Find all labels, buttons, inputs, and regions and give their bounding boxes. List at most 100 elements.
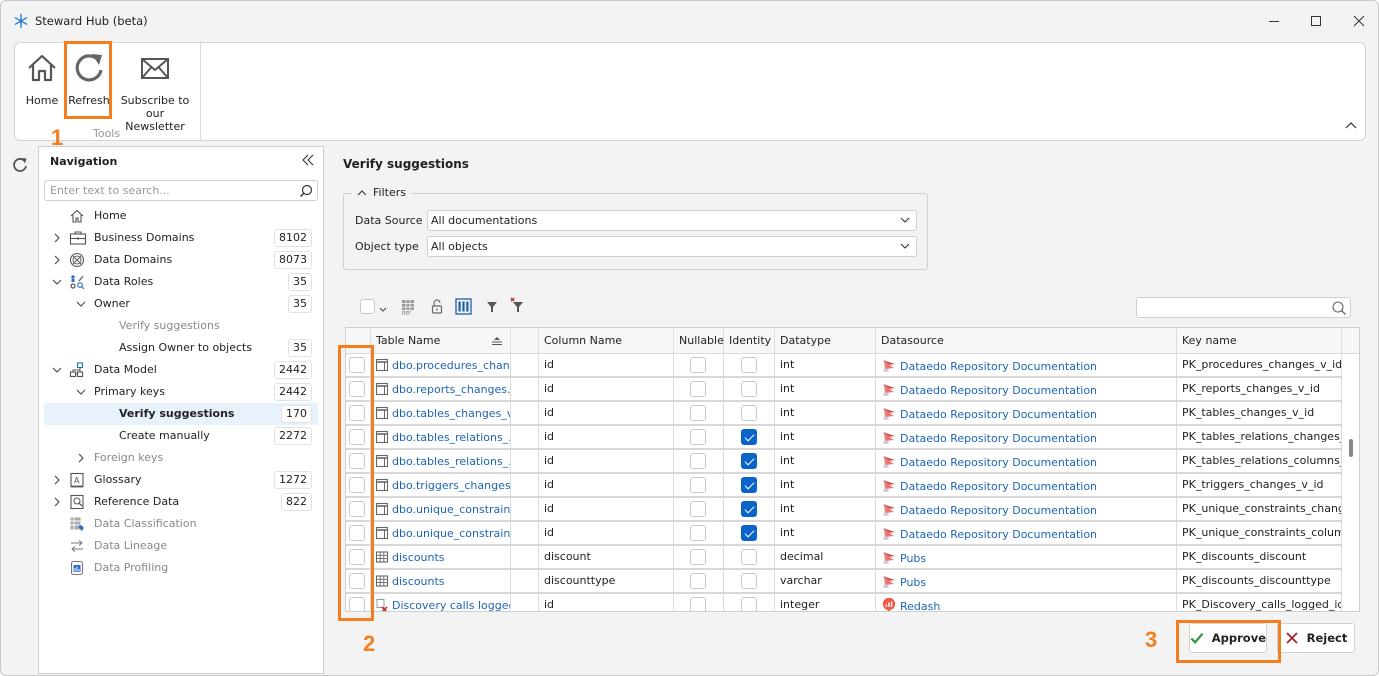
table-name-link[interactable]: discounts	[392, 575, 445, 588]
header-identity[interactable]: Identity	[724, 328, 775, 354]
datasource-link[interactable]: Dataedo Repository Documentation	[900, 432, 1097, 445]
header-datatype[interactable]: Datatype	[775, 328, 876, 354]
clear-filter-button[interactable]	[510, 297, 524, 316]
nav-item-reference-data[interactable]: Reference Data 822	[44, 491, 318, 513]
nav-item-data-roles[interactable]: Data Roles 35	[44, 271, 318, 293]
nav-item-home[interactable]: Home	[44, 205, 318, 227]
chevron-right-icon[interactable]	[52, 475, 62, 485]
table-name-link[interactable]: dbo.tables_relations_...	[392, 431, 510, 444]
nav-item-business-domains[interactable]: Business Domains 8102	[44, 227, 318, 249]
navigation-search-input[interactable]: Enter text to search...	[44, 180, 318, 201]
table-row[interactable]: dbo.unique_constrain... id int Dataedo Repo…	[346, 522, 1342, 546]
chevron-down-icon[interactable]	[76, 387, 86, 397]
datasource-link[interactable]: Dataedo Repository Documentation	[900, 360, 1097, 373]
row-select-checkbox[interactable]	[349, 597, 365, 611]
datasource-link[interactable]: Dataedo Repository Documentation	[900, 384, 1097, 397]
data-source-select[interactable]: All documentations	[427, 210, 917, 231]
table-row[interactable]: dbo.tables_changes_v id int Dataedo Reposit…	[346, 402, 1342, 426]
nav-item-assign-owner-to-objects[interactable]: Assign Owner to objects 35	[44, 337, 318, 359]
datasource-link[interactable]: Dataedo Repository Documentation	[900, 504, 1097, 517]
row-select-checkbox[interactable]	[349, 501, 365, 517]
nav-item-data-lineage[interactable]: Data Lineage	[44, 535, 318, 557]
nullable-checkbox[interactable]	[690, 597, 706, 611]
table-name-link[interactable]: dbo.unique_constrain...	[392, 503, 510, 516]
nav-item-data-domains[interactable]: Data Domains 8073	[44, 249, 318, 271]
row-select-checkbox[interactable]	[349, 381, 365, 397]
approve-button[interactable]: Approve	[1189, 623, 1267, 653]
nullable-checkbox[interactable]	[690, 453, 706, 469]
row-select-checkbox[interactable]	[349, 357, 365, 373]
identity-checkbox[interactable]	[741, 429, 757, 445]
datasource-link[interactable]: Dataedo Repository Documentation	[900, 480, 1097, 493]
chevron-down-icon[interactable]	[52, 365, 62, 375]
identity-checkbox[interactable]	[741, 477, 757, 493]
grid-search-input[interactable]	[1136, 297, 1351, 318]
datasource-link[interactable]: Pubs	[900, 552, 926, 565]
table-row[interactable]: Discovery calls logged id integer Redash PK_…	[346, 594, 1342, 611]
row-select-checkbox[interactable]	[349, 573, 365, 589]
table-name-link[interactable]: discounts	[392, 551, 445, 564]
table-row[interactable]: dbo.tables_relations_... id int Dataedo Rep…	[346, 426, 1342, 450]
table-name-link[interactable]: dbo.reports_changes...	[392, 383, 510, 396]
row-select-checkbox[interactable]	[349, 405, 365, 421]
nav-item-verify-suggestions[interactable]: Verify suggestions 170	[44, 403, 318, 425]
header-column-name[interactable]: Column Name	[539, 328, 674, 354]
chevron-right-icon[interactable]	[52, 233, 62, 243]
header-nullable[interactable]: Nullable	[674, 328, 724, 354]
identity-checkbox[interactable]	[741, 573, 757, 589]
row-select-checkbox[interactable]	[349, 429, 365, 445]
header-key-name[interactable]: Key name	[1177, 328, 1342, 354]
nullable-checkbox[interactable]	[690, 405, 706, 421]
nullable-checkbox[interactable]	[690, 525, 706, 541]
select-options-dropdown[interactable]	[379, 303, 387, 316]
nav-item-owner[interactable]: Owner 35	[44, 293, 318, 315]
nav-item-primary-keys[interactable]: Primary keys 2442	[44, 381, 318, 403]
lock-columns-button[interactable]	[430, 299, 444, 318]
chevron-right-icon[interactable]	[52, 497, 62, 507]
table-row[interactable]: discounts discount decimal Pubs PK_discounts…	[346, 546, 1342, 570]
table-row[interactable]: dbo.triggers_changes... id int Dataedo Repo…	[346, 474, 1342, 498]
nullable-checkbox[interactable]	[690, 573, 706, 589]
chevron-down-icon[interactable]	[76, 299, 86, 309]
identity-checkbox[interactable]	[741, 525, 757, 541]
ribbon-home-button[interactable]: Home	[21, 45, 63, 107]
row-select-checkbox[interactable]	[349, 549, 365, 565]
datasource-link[interactable]: Dataedo Repository Documentation	[900, 408, 1097, 421]
table-name-link[interactable]: dbo.tables_changes_v	[392, 407, 510, 420]
identity-checkbox[interactable]	[741, 357, 757, 373]
search-icon[interactable]	[299, 184, 313, 198]
default-view-button[interactable]: DEF	[400, 299, 416, 318]
table-row[interactable]: dbo.tables_relations_... id int Dataedo Rep…	[346, 450, 1342, 474]
nullable-checkbox[interactable]	[690, 381, 706, 397]
nav-item-create-manually[interactable]: Create manually 2272	[44, 425, 318, 447]
ribbon-newsletter-button[interactable]: Subscribe to our Newsletter	[115, 45, 195, 133]
filter-button[interactable]	[486, 301, 498, 316]
datasource-link[interactable]: Dataedo Repository Documentation	[900, 528, 1097, 541]
nav-item-verify-suggestions[interactable]: Verify suggestions	[44, 315, 318, 337]
side-refresh-button[interactable]	[11, 156, 29, 177]
nullable-checkbox[interactable]	[690, 477, 706, 493]
select-all-checkbox[interactable]	[360, 299, 375, 317]
datasource-link[interactable]: Pubs	[900, 576, 926, 589]
identity-checkbox[interactable]	[741, 453, 757, 469]
header-datasource[interactable]: Datasource	[876, 328, 1177, 354]
filters-toggle[interactable]: Filters	[352, 186, 411, 199]
chevron-right-icon[interactable]	[76, 453, 86, 463]
identity-checkbox[interactable]	[741, 405, 757, 421]
chevron-down-icon[interactable]	[52, 277, 62, 287]
nullable-checkbox[interactable]	[690, 549, 706, 565]
nav-item-data-classification[interactable]: Data Classification	[44, 513, 318, 535]
chevron-right-icon[interactable]	[52, 255, 62, 265]
nav-item-data-profiling[interactable]: Data Profiling	[44, 557, 318, 579]
nav-item-foreign-keys[interactable]: Foreign keys	[44, 447, 318, 469]
table-name-link[interactable]: dbo.triggers_changes...	[392, 479, 510, 492]
table-name-link[interactable]: dbo.procedures_chan...	[392, 359, 510, 372]
table-row[interactable]: dbo.procedures_chan... id int Dataedo Repos…	[346, 354, 1342, 378]
identity-checkbox[interactable]	[741, 501, 757, 517]
datasource-link[interactable]: Redash	[900, 600, 940, 611]
table-name-link[interactable]: dbo.tables_relations_...	[392, 455, 510, 468]
table-name-link[interactable]: dbo.unique_constrain...	[392, 527, 510, 540]
nav-item-data-model[interactable]: Data Model 2442	[44, 359, 318, 381]
collapse-ribbon-button[interactable]	[1345, 119, 1357, 132]
object-type-select[interactable]: All objects	[427, 236, 917, 257]
